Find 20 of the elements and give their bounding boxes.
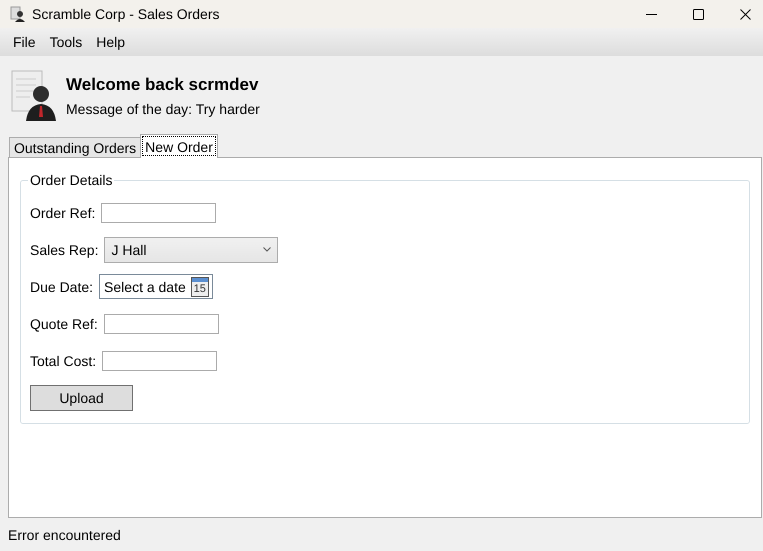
menu-item[interactable]: Tools (42, 34, 90, 50)
tab[interactable]: Outstanding Orders (9, 137, 142, 158)
sales-rep-dropdown[interactable]: J Hall (104, 236, 278, 262)
group-title: Order Details (29, 172, 114, 188)
upload-button[interactable]: Upload (30, 385, 133, 411)
window-title: Scramble Corp - Sales Orders (32, 6, 221, 22)
calendar-icon[interactable]: 15 (190, 276, 209, 296)
field-label: Quote Ref: (30, 316, 98, 332)
status-text: Error encountered (8, 526, 121, 542)
field-label: Order Ref: (30, 204, 96, 220)
tab[interactable]: New Order (140, 134, 218, 158)
menu-item[interactable]: File (6, 34, 43, 50)
menu-item[interactable]: Help (89, 34, 132, 50)
date-picker[interactable]: Select a date 15 (99, 274, 214, 299)
field-label: Due Date: (30, 278, 94, 294)
welcome-heading: Welcome back scrmdev (66, 75, 260, 95)
message-of-the-day: Message of the day: Try harder (66, 101, 260, 117)
field-label: Sales Rep: (30, 242, 98, 258)
date-placeholder: Select a date (104, 278, 186, 294)
field-label: Total Cost: (30, 352, 96, 368)
